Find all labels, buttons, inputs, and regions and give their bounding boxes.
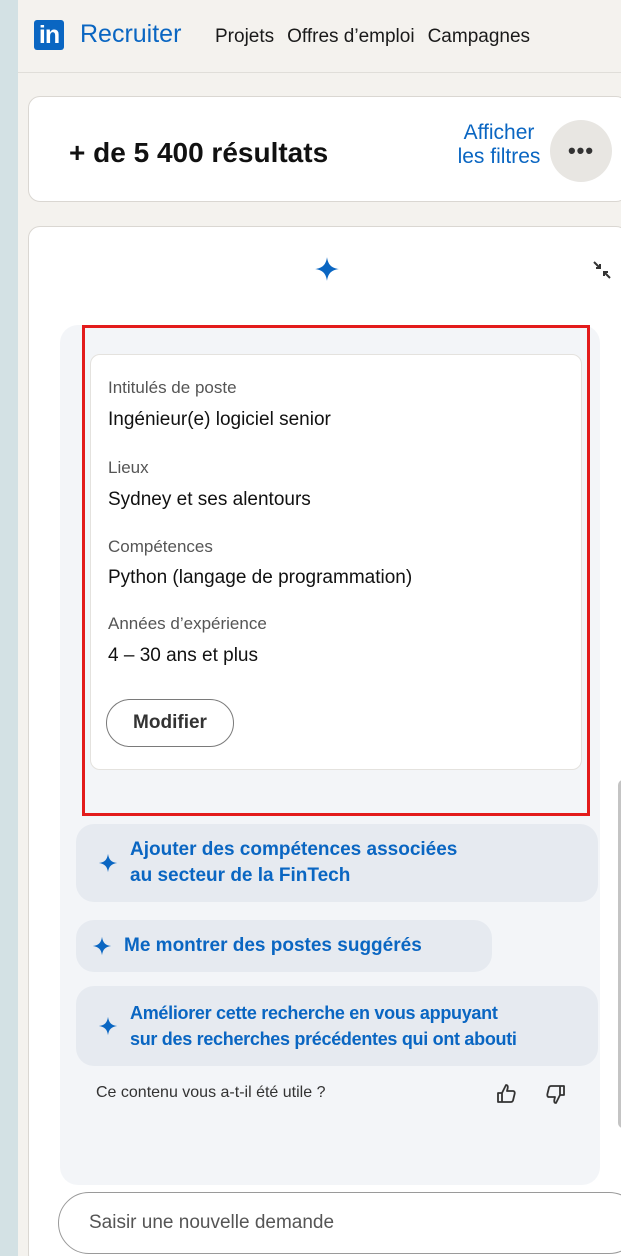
modify-button[interactable]: Modifier (106, 699, 234, 747)
nav-link-offres[interactable]: Offres d’emploi (287, 26, 414, 48)
nav-divider (18, 72, 621, 73)
show-filters-line2: les filtres (457, 145, 541, 168)
suggestion-line: au secteur de la FinTech (130, 865, 351, 886)
ai-sparkle-icon (314, 256, 340, 287)
results-count: + de 5 400 résultats (69, 137, 329, 168)
suggestion-line: Améliorer cette recherche en vous appuya… (130, 1003, 498, 1023)
field-label-job-titles: Intitulés de poste (108, 378, 237, 397)
new-request-input[interactable]: Saisir une nouvelle demande (58, 1192, 621, 1254)
field-value-locations: Sydney et ses alentours (108, 489, 311, 510)
show-filters-line1: Afficher (463, 121, 535, 144)
top-nav: in Recruiter Projets Offres d’emploi Cam… (18, 0, 621, 72)
suggestion-text: Améliorer cette recherche en vous appuya… (130, 1000, 517, 1052)
suggestion-chip-improve-search[interactable]: Améliorer cette recherche en vous appuya… (76, 986, 598, 1066)
suggestion-text: Me montrer des postes suggérés (124, 935, 422, 956)
suggestion-line: Ajouter des compétences associées (130, 839, 458, 860)
field-value-job-titles: Ingénieur(e) logiciel senior (108, 409, 331, 430)
linkedin-logo[interactable]: in (34, 20, 64, 50)
suggestion-chip-suggested-jobs[interactable]: Me montrer des postes suggérés (76, 920, 492, 972)
show-filters-link[interactable]: Afficher les filtres (429, 121, 569, 169)
results-card: + de 5 400 résultats Afficher les filtre… (28, 96, 621, 202)
sparkle-icon (92, 936, 114, 956)
thumbs-up-icon[interactable] (494, 1082, 518, 1111)
feedback-question: Ce contenu vous a-t-il été utile ? (96, 1084, 326, 1101)
field-label-experience: Années d’expérience (108, 614, 267, 633)
nav-links: Projets Offres d’emploi Campagnes (215, 26, 530, 48)
suggestion-line: sur des recherches précédentes qui ont a… (130, 1029, 517, 1049)
field-label-locations: Lieux (108, 458, 149, 477)
new-request-placeholder: Saisir une nouvelle demande (89, 1212, 335, 1233)
collapse-icon[interactable] (592, 260, 612, 285)
recruiter-brand[interactable]: Recruiter (80, 20, 181, 49)
field-value-skills: Python (langage de programmation) (108, 567, 413, 588)
sparkle-icon (98, 853, 120, 873)
more-options-button[interactable]: ••• (550, 120, 612, 182)
field-value-experience: 4 – 30 ans et plus (108, 645, 258, 666)
suggestion-chip-fintech[interactable]: Ajouter des compétences associées au sec… (76, 824, 598, 902)
nav-link-campagnes[interactable]: Campagnes (428, 26, 530, 48)
app-frame: in Recruiter Projets Offres d’emploi Cam… (18, 0, 621, 1256)
nav-link-projets[interactable]: Projets (215, 26, 274, 48)
thumbs-down-icon[interactable] (544, 1082, 568, 1111)
sparkle-icon (98, 1016, 120, 1036)
suggestion-text: Ajouter des compétences associées au sec… (130, 837, 457, 889)
field-label-skills: Compétences (108, 537, 213, 556)
